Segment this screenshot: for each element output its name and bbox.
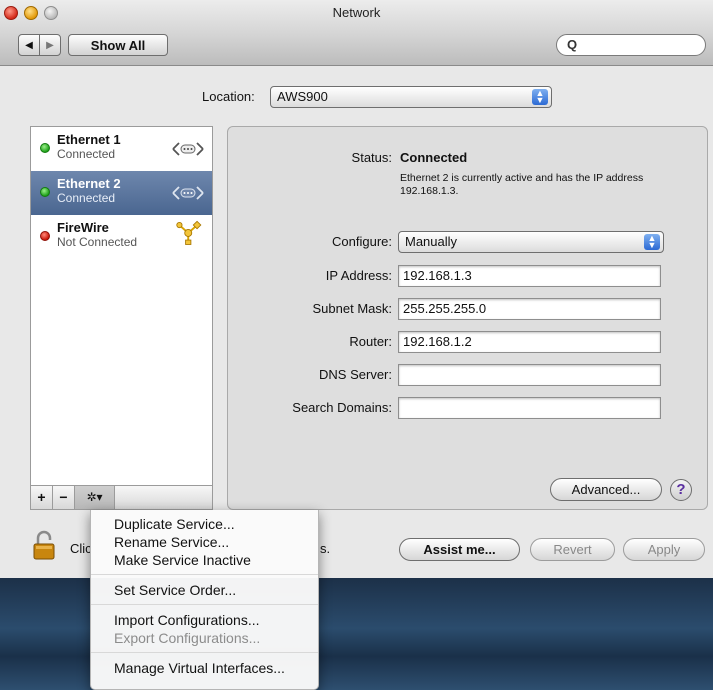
assist-me-button[interactable]: Assist me... <box>399 538 520 561</box>
menu-separator <box>91 604 318 605</box>
lock-hint-text-tail: s. <box>320 541 331 556</box>
status-value: Connected <box>400 150 468 165</box>
title-bar: Network ◀ ▶ Show All Q <box>0 0 713 66</box>
status-dot-icon <box>40 187 50 197</box>
location-value: AWS900 <box>277 89 328 104</box>
ethernet-icon <box>172 186 204 200</box>
dns-server-label: DNS Server: <box>319 367 392 382</box>
location-label: Location: <box>202 89 255 104</box>
popup-arrows-icon: ▲ ▼ <box>644 234 660 250</box>
gear-action-button[interactable]: ✲▾ <box>75 486 115 509</box>
configure-popup[interactable]: Manually ▲ ▼ <box>398 231 664 253</box>
search-domains-field[interactable] <box>398 397 661 419</box>
search-icon: Q <box>567 37 578 52</box>
configure-value: Manually <box>405 234 458 249</box>
location-popup[interactable]: AWS900 ▲ ▼ <box>270 86 552 108</box>
status-dot-icon <box>40 231 50 241</box>
ip-address-label: IP Address: <box>325 268 392 283</box>
status-label: Status: <box>351 150 392 165</box>
ethernet-icon <box>172 142 204 156</box>
router-label: Router: <box>349 334 392 349</box>
status-dot-icon <box>40 143 50 153</box>
status-description: Ethernet 2 is currently active and has t… <box>400 172 644 197</box>
menu-item-set-service-order[interactable]: Set Service Order... <box>91 581 318 599</box>
lock-icon[interactable] <box>33 530 55 560</box>
forward-arrow-icon: ▶ <box>46 39 54 51</box>
window-title: Network <box>332 5 381 20</box>
service-item-ethernet-1[interactable]: Ethernet 1 Connected <box>31 127 212 171</box>
menu-item-duplicate-service[interactable]: Duplicate Service... <box>91 515 318 533</box>
menu-separator <box>91 652 318 653</box>
menu-item-make-service-inactive[interactable]: Make Service Inactive <box>91 551 318 569</box>
back-button[interactable]: ◀ <box>18 34 40 56</box>
menu-item-rename-service[interactable]: Rename Service... <box>91 533 318 551</box>
service-item-ethernet-2[interactable]: Ethernet 2 Connected <box>31 171 212 215</box>
forward-button[interactable]: ▶ <box>39 34 61 56</box>
router-field[interactable]: 192.168.1.2 <box>398 331 661 353</box>
search-input[interactable]: Q <box>556 34 706 56</box>
menu-item-manage-virtual-interfaces[interactable]: Manage Virtual Interfaces... <box>91 659 318 677</box>
menu-item-export-configurations: Export Configurations... <box>114 630 261 646</box>
configure-label: Configure: <box>332 234 392 249</box>
revert-button[interactable]: Revert <box>530 538 615 561</box>
back-arrow-icon: ◀ <box>25 39 33 51</box>
add-service-button[interactable]: + <box>31 486 53 509</box>
dns-server-field[interactable] <box>398 364 661 386</box>
ip-address-field[interactable]: 192.168.1.3 <box>398 265 661 287</box>
network-preferences-window: Network ◀ ▶ Show All Q Location: AWS900 … <box>0 0 713 578</box>
gear-action-menu: Duplicate Service... Rename Service... M… <box>90 510 319 690</box>
show-all-button[interactable]: Show All <box>68 34 168 56</box>
popup-arrows-icon: ▲ ▼ <box>532 89 548 105</box>
help-icon[interactable]: ? <box>670 479 692 501</box>
service-list-toolbar: + − ✲▾ <box>30 486 213 510</box>
menu-item-import-configurations[interactable]: Import Configurations... <box>91 611 318 629</box>
subnet-mask-field[interactable]: 255.255.255.0 <box>398 298 661 320</box>
firewire-icon <box>176 220 202 245</box>
lock-hint-text: Clic <box>70 541 92 556</box>
service-list[interactable]: Ethernet 1 Connected Ethernet 2 Connecte… <box>30 126 213 486</box>
remove-service-button[interactable]: − <box>53 486 75 509</box>
search-domains-label: Search Domains: <box>292 400 392 415</box>
subnet-mask-label: Subnet Mask: <box>312 301 393 316</box>
service-item-firewire[interactable]: FireWire Not Connected <box>31 215 212 259</box>
apply-button[interactable]: Apply <box>623 538 705 561</box>
menu-separator <box>91 574 318 575</box>
advanced-button[interactable]: Advanced... <box>550 478 662 501</box>
